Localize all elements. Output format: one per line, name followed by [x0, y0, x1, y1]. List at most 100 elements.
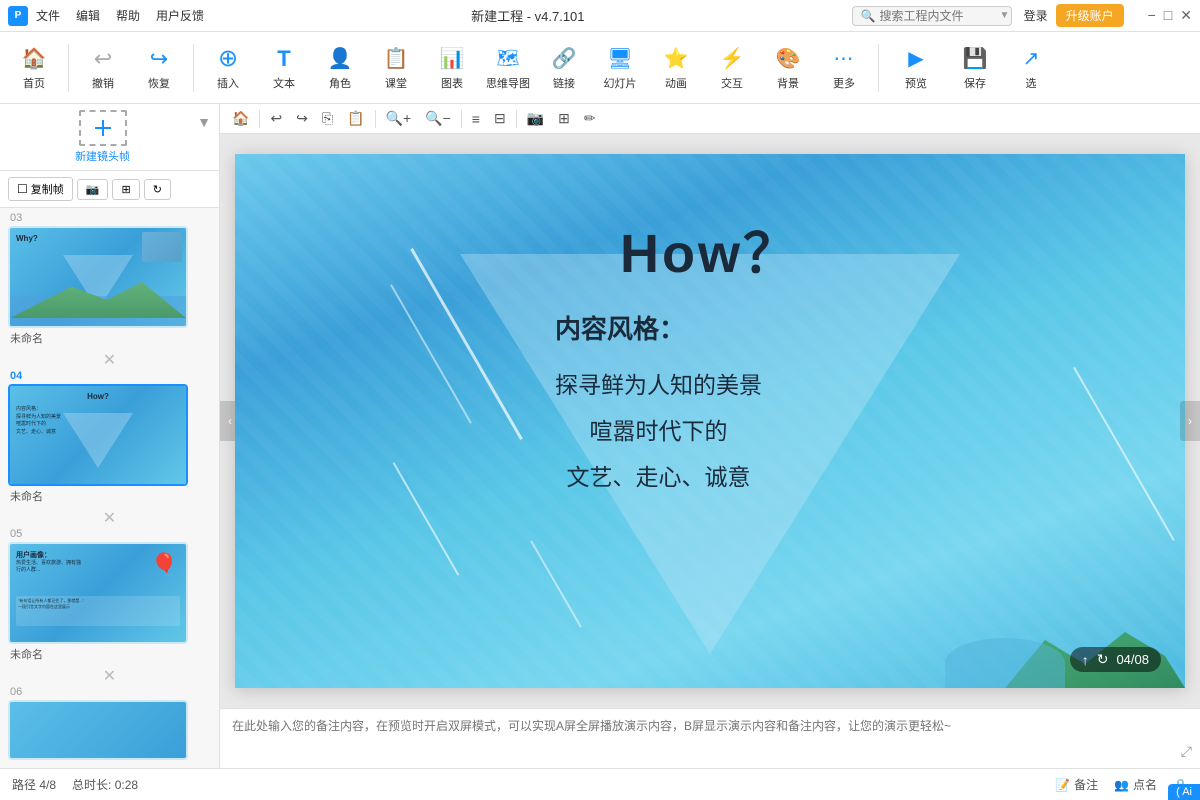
save-icon: 💾 [961, 45, 989, 73]
camera-icon: 📷 [86, 183, 100, 196]
ct-align-icon[interactable]: ≡ [468, 109, 484, 129]
ct-sep-1 [259, 110, 260, 128]
menu-bar: 文件 编辑 帮助 用户反馈 [36, 7, 204, 24]
layout-button[interactable]: ⊞ [112, 179, 139, 200]
ct-redo-icon[interactable]: ↪ [292, 108, 312, 129]
slide-list: 03 Why? 未命名 ✕ 04 [0, 208, 219, 768]
canvas-right-arrow[interactable]: › [1180, 401, 1200, 441]
search-input[interactable] [880, 9, 1000, 23]
toolbar-save[interactable]: 💾 保存 [949, 36, 1001, 100]
toolbar-preview-label: 预览 [905, 75, 927, 91]
slide-separator-1[interactable]: ✕ [8, 350, 211, 370]
new-frame-label: 新建镜头帧 [75, 148, 130, 164]
ct-copy-icon[interactable]: ⎘ [318, 108, 337, 129]
notes-label: 备注 [1074, 776, 1098, 793]
search-box[interactable]: 🔍 ▼ [852, 6, 1012, 26]
menu-file[interactable]: 文件 [36, 7, 60, 24]
ct-home-icon[interactable]: 🏠 [228, 108, 253, 129]
points-button[interactable]: 👥 点名 [1114, 776, 1157, 793]
toolbar-mindmap[interactable]: 🗺 思维导图 [482, 36, 534, 100]
ct-edit-icon[interactable]: ✏ [580, 108, 600, 129]
ct-grid-icon[interactable]: ⊞ [554, 108, 574, 129]
toolbar-redo[interactable]: ↪ 恢复 [133, 36, 185, 100]
new-frame-button[interactable]: 新建镜头帧 [8, 110, 197, 164]
points-label: 点名 [1133, 776, 1157, 793]
slide-label-5: 未命名 [8, 646, 211, 662]
toolbar-slide-label: 幻灯片 [604, 75, 637, 91]
slide-separator-2[interactable]: ✕ [8, 508, 211, 528]
minimize-button[interactable]: − [1148, 7, 1156, 24]
ct-zoom-in-icon[interactable]: 🔍+ [382, 108, 416, 129]
restore-button[interactable]: □ [1164, 7, 1172, 24]
toolbar-mindmap-label: 思维导图 [486, 75, 530, 91]
slide-thumb-6[interactable] [8, 700, 188, 760]
refresh-button[interactable]: ↻ [144, 179, 171, 200]
slide-thumb-5[interactable]: 用户画像： 热爱生活、喜欢旅游、拥有独行的人群... 🎈 "有句话让所有人都记住… [8, 542, 188, 644]
menu-edit[interactable]: 编辑 [76, 7, 100, 24]
toolbar-insert-label: 插入 [217, 75, 239, 91]
toolbar-text[interactable]: T 文本 [258, 36, 310, 100]
ct-zoom-out-icon[interactable]: 🔍− [421, 108, 455, 129]
redo-icon: ↪ [145, 45, 173, 73]
sidebar-collapse-arrow[interactable]: ▼ [197, 114, 211, 130]
screenshot-button[interactable]: 📷 [77, 179, 109, 200]
toolbar-class[interactable]: 📋 课堂 [370, 36, 422, 100]
app-logo: P [8, 6, 28, 26]
notes-textarea[interactable] [232, 717, 1188, 760]
upgrade-button[interactable]: 升级账户 [1056, 4, 1124, 27]
toolbar-undo-label: 撤销 [92, 75, 114, 91]
login-button[interactable]: 登录 [1024, 7, 1048, 24]
ct-camera2-icon[interactable]: 📷 [523, 108, 548, 129]
copy-frame-button[interactable]: ☐ 复制帧 [8, 177, 73, 201]
ai-badge[interactable]: ( Ai [1168, 784, 1200, 800]
close-button[interactable]: ✕ [1180, 7, 1192, 24]
toolbar-slide[interactable]: 🖥 幻灯片 [594, 36, 646, 100]
link-icon: 🔗 [550, 45, 578, 73]
toolbar-bg[interactable]: 🎨 背景 [762, 36, 814, 100]
slide-thumb-4[interactable]: How? 内容风格：探寻鲜为人知的美景喧嚣时代下的文艺、走心、诚意 [8, 384, 188, 486]
slide-item-4[interactable]: 04 How? 内容风格：探寻鲜为人知的美景喧嚣时代下的文艺、走心、诚意 未命名 [8, 370, 211, 504]
slide-thumb-3[interactable]: Why? [8, 226, 188, 328]
toolbar-undo[interactable]: ↩ 撤销 [77, 36, 129, 100]
ct-distribute-icon[interactable]: ⊟ [490, 108, 510, 129]
mindmap-icon: 🗺 [494, 45, 522, 73]
search-dropdown-icon[interactable]: ▼ [1000, 10, 1010, 21]
toolbar-bg-label: 背景 [777, 75, 799, 91]
slide-separator-3[interactable]: ✕ [8, 666, 211, 686]
slide-item-6[interactable]: 06 [8, 686, 211, 760]
undo-icon: ↩ [89, 45, 117, 73]
notes-expand-icon[interactable]: ⤢ [1181, 743, 1192, 760]
toolbar-insert[interactable]: ⊕ 插入 [202, 36, 254, 100]
menu-feedback[interactable]: 用户反馈 [156, 7, 204, 24]
ct-paste-icon[interactable]: 📋 [343, 108, 368, 129]
slide-item-3[interactable]: 03 Why? 未命名 [8, 212, 211, 346]
slide-num-5: 05 [8, 528, 211, 540]
toolbar-preview[interactable]: ▶ 预览 [887, 36, 945, 100]
toolbar-more-label: 更多 [833, 75, 855, 91]
toolbar-link[interactable]: 🔗 链接 [538, 36, 590, 100]
toolbar-role[interactable]: 👤 角色 [314, 36, 366, 100]
toolbar-chart[interactable]: 📊 图表 [426, 36, 478, 100]
new-frame-icon [79, 110, 127, 146]
toolbar-interact[interactable]: ⚡ 交互 [706, 36, 758, 100]
search-icon: 🔍 [861, 9, 876, 23]
copy-frame-checkbox[interactable]: ☐ [17, 182, 28, 196]
slide-content: 内容风格： 探寻鲜为人知的美景 喧嚣时代下的 文艺、走心、诚意 [555, 309, 762, 500]
toolbar: 🏠 首页 ↩ 撤销 ↪ 恢复 ⊕ 插入 T 文本 👤 角色 📋 课堂 📊 图表 … [0, 32, 1200, 104]
layout-icon: ⊞ [121, 183, 130, 196]
slide-item-5[interactable]: 05 用户画像： 热爱生活、喜欢旅游、拥有独行的人群... 🎈 "有句话让所有人… [8, 528, 211, 662]
duration-info: 总时长: 0:28 [72, 776, 138, 793]
toolbar-more[interactable]: ⋯ 更多 [818, 36, 870, 100]
share-icon[interactable]: ↑ [1082, 652, 1089, 668]
refresh2-icon[interactable]: ↻ [1097, 651, 1109, 668]
points-icon: 👥 [1114, 778, 1129, 792]
toolbar-chart-label: 图表 [441, 75, 463, 91]
ct-undo-icon[interactable]: ↩ [266, 108, 286, 129]
notes-button[interactable]: 📝 备注 [1055, 776, 1098, 793]
toolbar-select[interactable]: ↗ 选 [1005, 36, 1057, 100]
main-area: 新建镜头帧 ▼ ☐ 复制帧 📷 ⊞ ↻ 03 [0, 104, 1200, 768]
toolbar-anim[interactable]: ⭐ 动画 [650, 36, 702, 100]
toolbar-home[interactable]: 🏠 首页 [8, 36, 60, 100]
menu-help[interactable]: 帮助 [116, 7, 140, 24]
window-controls: − □ ✕ [1148, 7, 1192, 24]
